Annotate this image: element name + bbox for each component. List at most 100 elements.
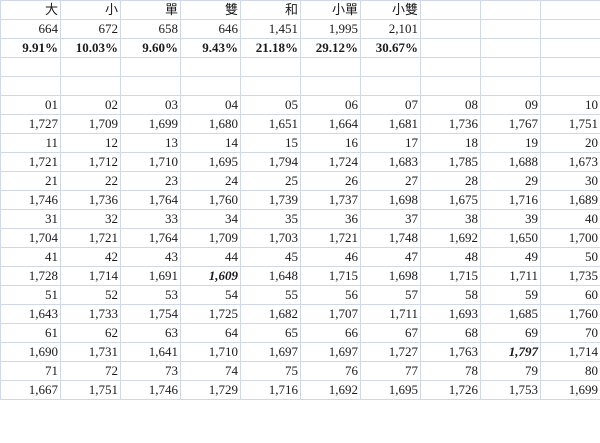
empty-cell[interactable] — [240, 57, 301, 77]
value-cell[interactable]: 1,681 — [360, 114, 421, 134]
number-cell[interactable]: 25 — [240, 171, 301, 191]
value-cell[interactable]: 1,724 — [300, 152, 361, 172]
number-cell[interactable]: 07 — [360, 95, 421, 115]
value-cell[interactable]: 1,753 — [480, 380, 541, 400]
value-cell[interactable]: 1,736 — [60, 190, 121, 210]
summary-count-cell[interactable]: 1,451 — [240, 19, 301, 39]
value-cell[interactable]: 1,699 — [540, 380, 600, 400]
number-cell[interactable]: 62 — [60, 323, 121, 343]
value-cell[interactable]: 1,760 — [180, 190, 241, 210]
summary-count-cell[interactable]: 2,101 — [360, 19, 421, 39]
number-cell[interactable]: 59 — [480, 285, 541, 305]
number-cell[interactable]: 10 — [540, 95, 600, 115]
value-cell[interactable]: 1,710 — [180, 342, 241, 362]
summary-count-cell[interactable]: 646 — [180, 19, 241, 39]
number-cell[interactable]: 80 — [540, 361, 600, 381]
value-cell[interactable]: 1,751 — [60, 380, 121, 400]
value-cell[interactable]: 1,690 — [0, 342, 61, 362]
value-cell[interactable]: 1,689 — [540, 190, 600, 210]
empty-cell[interactable] — [420, 76, 481, 96]
number-cell[interactable]: 22 — [60, 171, 121, 191]
summary-count-cell[interactable]: 664 — [0, 19, 61, 39]
number-cell[interactable]: 31 — [0, 209, 61, 229]
value-cell[interactable]: 1,727 — [360, 342, 421, 362]
number-cell[interactable]: 52 — [60, 285, 121, 305]
number-cell[interactable]: 32 — [60, 209, 121, 229]
value-cell[interactable]: 1,667 — [0, 380, 61, 400]
value-cell[interactable]: 1,697 — [300, 342, 361, 362]
value-cell[interactable]: 1,726 — [420, 380, 481, 400]
value-cell[interactable]: 1,727 — [0, 114, 61, 134]
empty-cell[interactable] — [0, 76, 61, 96]
value-cell[interactable]: 1,698 — [360, 190, 421, 210]
number-cell[interactable]: 09 — [480, 95, 541, 115]
number-cell[interactable]: 15 — [240, 133, 301, 153]
value-cell[interactable]: 1,736 — [420, 114, 481, 134]
number-cell[interactable]: 70 — [540, 323, 600, 343]
empty-cell[interactable] — [480, 38, 541, 58]
value-cell[interactable]: 1,704 — [0, 228, 61, 248]
number-cell[interactable]: 47 — [360, 247, 421, 267]
summary-header-cell[interactable]: 單 — [120, 0, 181, 20]
summary-percent-cell[interactable]: 10.03% — [60, 38, 121, 58]
value-cell[interactable]: 1,700 — [540, 228, 600, 248]
number-cell[interactable]: 46 — [300, 247, 361, 267]
empty-cell[interactable] — [420, 38, 481, 58]
value-cell[interactable]: 1,711 — [360, 304, 421, 324]
value-cell[interactable]: 1,683 — [360, 152, 421, 172]
value-cell[interactable]: 1,714 — [60, 266, 121, 286]
number-cell[interactable]: 61 — [0, 323, 61, 343]
value-cell[interactable]: 1,641 — [120, 342, 181, 362]
number-cell[interactable]: 01 — [0, 95, 61, 115]
value-cell[interactable]: 1,763 — [420, 342, 481, 362]
number-cell[interactable]: 38 — [420, 209, 481, 229]
empty-cell[interactable] — [60, 76, 121, 96]
empty-cell[interactable] — [480, 76, 541, 96]
value-cell[interactable]: 1,728 — [0, 266, 61, 286]
summary-percent-cell[interactable]: 9.60% — [120, 38, 181, 58]
number-cell[interactable]: 18 — [420, 133, 481, 153]
value-cell[interactable]: 1,692 — [300, 380, 361, 400]
empty-cell[interactable] — [540, 76, 600, 96]
number-cell[interactable]: 48 — [420, 247, 481, 267]
number-cell[interactable]: 66 — [300, 323, 361, 343]
number-cell[interactable]: 67 — [360, 323, 421, 343]
empty-cell[interactable] — [360, 76, 421, 96]
value-cell[interactable]: 1,754 — [120, 304, 181, 324]
value-cell[interactable]: 1,664 — [300, 114, 361, 134]
number-cell[interactable]: 43 — [120, 247, 181, 267]
value-cell[interactable]: 1,715 — [300, 266, 361, 286]
number-cell[interactable]: 74 — [180, 361, 241, 381]
number-cell[interactable]: 45 — [240, 247, 301, 267]
number-cell[interactable]: 78 — [420, 361, 481, 381]
summary-count-cell[interactable]: 672 — [60, 19, 121, 39]
value-cell[interactable]: 1,682 — [240, 304, 301, 324]
value-cell[interactable]: 1,733 — [60, 304, 121, 324]
value-cell[interactable]: 1,716 — [480, 190, 541, 210]
empty-cell[interactable] — [540, 0, 600, 20]
number-cell[interactable]: 73 — [120, 361, 181, 381]
empty-cell[interactable] — [0, 57, 61, 77]
number-cell[interactable]: 69 — [480, 323, 541, 343]
value-cell[interactable]: 1,673 — [540, 152, 600, 172]
empty-cell[interactable] — [540, 57, 600, 77]
value-cell[interactable]: 1,675 — [420, 190, 481, 210]
empty-cell[interactable] — [60, 57, 121, 77]
number-cell[interactable]: 49 — [480, 247, 541, 267]
number-cell[interactable]: 56 — [300, 285, 361, 305]
number-cell[interactable]: 35 — [240, 209, 301, 229]
value-cell[interactable]: 1,650 — [480, 228, 541, 248]
empty-cell[interactable] — [300, 57, 361, 77]
number-cell[interactable]: 27 — [360, 171, 421, 191]
empty-cell[interactable] — [360, 57, 421, 77]
value-cell[interactable]: 1,680 — [180, 114, 241, 134]
number-cell[interactable]: 39 — [480, 209, 541, 229]
number-cell[interactable]: 36 — [300, 209, 361, 229]
summary-header-cell[interactable]: 小 — [60, 0, 121, 20]
value-cell[interactable]: 1,737 — [300, 190, 361, 210]
value-cell[interactable]: 1,693 — [420, 304, 481, 324]
empty-cell[interactable] — [480, 57, 541, 77]
empty-cell[interactable] — [420, 57, 481, 77]
value-cell[interactable]: 1,609 — [180, 266, 241, 286]
value-cell[interactable]: 1,685 — [480, 304, 541, 324]
